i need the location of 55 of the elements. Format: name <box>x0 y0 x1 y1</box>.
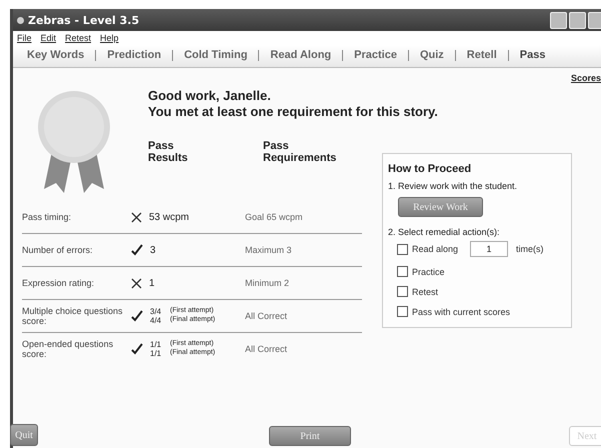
requirement-value: Goal 65 wcpm <box>245 212 303 222</box>
tab[interactable]: Prediction <box>105 48 164 62</box>
greeting-text: You met at least one requirement for this story. <box>148 104 438 120</box>
result-value: 3 <box>150 244 156 256</box>
tab[interactable]: Read Along <box>268 48 334 62</box>
tab[interactable]: Quiz <box>418 48 446 62</box>
window-title: Zebras - Level 3.5 <box>28 14 140 26</box>
option-label: Read along <box>412 244 458 254</box>
result-value: 3/4 <box>150 307 162 316</box>
requirement-value: Minimum 2 <box>245 278 290 288</box>
menu-item[interactable]: File <box>17 33 32 43</box>
requirement-value: Maximum 3 <box>245 245 292 255</box>
option-label: Retest <box>412 286 438 296</box>
row-label: Multiple choice questions score: <box>22 305 124 328</box>
row-label: Number of errors: <box>22 244 94 257</box>
result-value: 1 <box>149 278 155 288</box>
quit-button[interactable]: Quit <box>10 424 38 446</box>
menu-item[interactable]: Retest <box>65 33 92 43</box>
checkbox[interactable] <box>397 244 408 254</box>
tab[interactable]: Key Words <box>25 48 86 62</box>
tab[interactable]: Cold Timing <box>182 48 250 62</box>
tab[interactable]: Pass <box>518 48 548 62</box>
row-label: Open-ended questions score: <box>22 338 114 361</box>
step-text: 2. Select remedial action(s): <box>388 227 501 237</box>
option-label: Practice <box>412 266 445 276</box>
greeting-text: Good work, Janelle. <box>148 88 272 104</box>
requirement-value: All Correct <box>245 344 288 354</box>
app-icon <box>17 16 24 24</box>
column-header: Pass Results <box>148 140 189 164</box>
result-value: 1/1 <box>150 340 162 349</box>
scores-link[interactable]: Scores <box>570 73 601 85</box>
panel-title: How to Proceed <box>388 163 472 175</box>
tab[interactable]: Retell <box>464 48 499 62</box>
requirement-value: All Correct <box>245 311 288 321</box>
print-button[interactable]: Print <box>269 426 351 446</box>
result-value: 53 wcpm <box>149 212 190 222</box>
result-value: 4/4 <box>150 316 162 325</box>
result-value: 1/1 <box>150 349 162 358</box>
option-label: Pass with current scores <box>412 306 510 316</box>
unit-label: time(s) <box>516 244 544 254</box>
checkbox[interactable] <box>397 266 408 277</box>
review-work-button[interactable]: Review Work <box>398 197 483 217</box>
menu-item[interactable]: Edit <box>40 33 56 43</box>
checkbox[interactable] <box>397 286 408 297</box>
row-label: Expression rating: <box>22 277 96 290</box>
minimize-button[interactable] <box>550 12 567 28</box>
tab[interactable]: Practice <box>352 48 399 62</box>
row-label: Pass timing: <box>22 211 72 224</box>
step-text: 1. Review work with the student. <box>388 181 518 191</box>
close-button[interactable] <box>588 12 601 28</box>
column-header: Pass Requirements <box>263 140 338 164</box>
checkbox[interactable] <box>397 306 408 317</box>
times-field[interactable]: 1 <box>470 241 508 257</box>
maximize-button[interactable] <box>569 12 586 28</box>
menu-item[interactable]: Help <box>100 33 119 43</box>
